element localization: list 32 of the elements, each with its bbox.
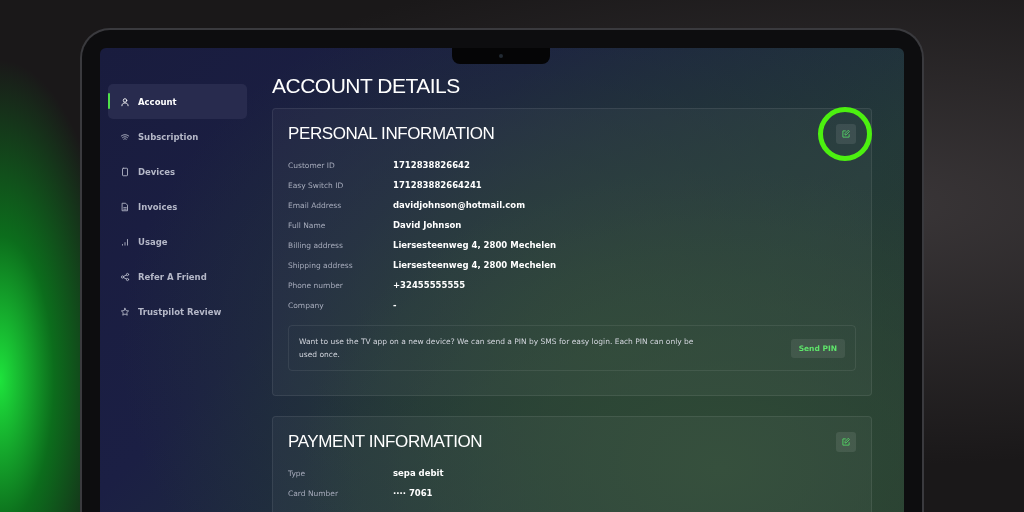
sidebar-item[interactable]: Trustpilot Review [108, 294, 247, 329]
sidebar-item[interactable]: Subscription [108, 119, 247, 154]
field-value: 1712838826642 [393, 160, 471, 170]
sidebar-item[interactable]: Account [108, 84, 247, 119]
star-icon [120, 306, 130, 317]
wifi-icon [120, 131, 130, 142]
card-title: PAYMENT INFORMATION [288, 432, 483, 452]
sidebar-item[interactable]: Invoices [108, 189, 247, 224]
sidebar-item[interactable]: Devices [108, 154, 247, 189]
field-value: - [393, 300, 398, 310]
edit-button[interactable] [836, 432, 856, 452]
field-value: Liersesteenweg 4, 2800 Mechelen [393, 260, 557, 270]
share-icon [120, 271, 130, 282]
field-value: davidjohnson@hotmail.com [393, 200, 526, 210]
field-value: sepa debit [393, 468, 445, 478]
edit-icon [841, 437, 851, 447]
edit-icon [841, 129, 851, 139]
sidebar-item[interactable]: Usage [108, 224, 247, 259]
field-value: Liersesteenweg 4, 2800 Mechelen [393, 240, 557, 250]
field-value: +32455555555 [393, 280, 467, 290]
field-value: David Johnson [393, 220, 463, 230]
edit-button[interactable] [836, 124, 856, 144]
active-indicator [108, 93, 110, 109]
signal-bars-icon [120, 236, 130, 247]
user-icon [120, 96, 130, 107]
field-value: ···· 7061 [393, 488, 434, 498]
card-title: PERSONAL INFORMATION [288, 124, 495, 144]
document-icon [120, 201, 130, 212]
tablet-icon [120, 166, 130, 177]
field-value: 171283882664241 [393, 180, 483, 190]
page-title: ACCOUNT DETAILS [272, 74, 461, 98]
sidebar-item[interactable]: Refer A Friend [108, 259, 247, 294]
